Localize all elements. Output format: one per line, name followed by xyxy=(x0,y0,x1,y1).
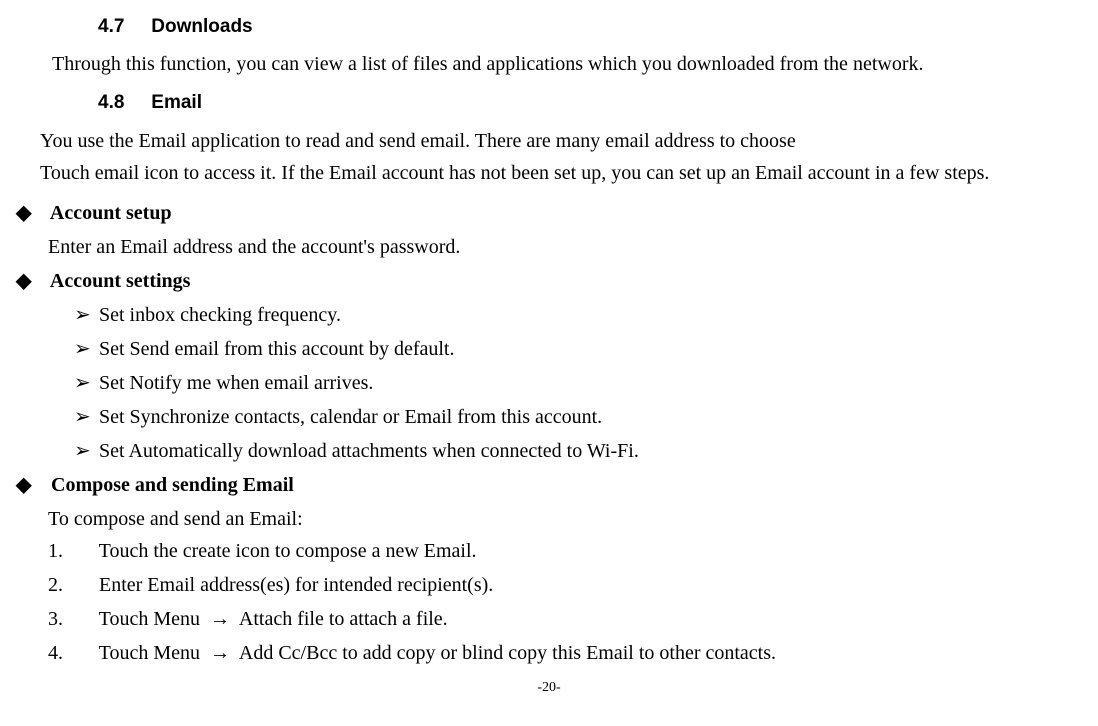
compose-step: 3. Touch Menu → Attach file to attach a … xyxy=(48,603,1098,635)
triangle-bullet-icon: ➢ xyxy=(74,367,94,399)
step-number: 1. xyxy=(48,535,94,567)
settings-item: ➢ Set Notify me when email arrives. xyxy=(74,367,1098,399)
section-heading-4-7: 4.7 Downloads xyxy=(98,12,1098,42)
compose-step: 2. Enter Email address(es) for intended … xyxy=(48,569,1098,601)
settings-item: ➢ Set Send email from this account by de… xyxy=(74,333,1098,365)
settings-item: ➢ Set Synchronize contacts, calendar or … xyxy=(74,401,1098,433)
step-text: Touch the create icon to compose a new E… xyxy=(99,540,477,562)
step-text: Touch Menu → Add Cc/Bcc to add copy or b… xyxy=(99,642,776,664)
section-number: 4.8 xyxy=(98,88,146,118)
bullet-account-setup: ◆ Account setup xyxy=(16,197,1098,229)
page-number: -20- xyxy=(0,677,1098,699)
bullet-account-settings: ◆ Account settings xyxy=(16,265,1098,297)
section-number: 4.7 xyxy=(98,12,146,42)
diamond-bullet-icon: ◆ xyxy=(16,265,46,297)
triangle-bullet-icon: ➢ xyxy=(74,333,94,365)
triangle-bullet-icon: ➢ xyxy=(74,299,94,331)
section-title: Email xyxy=(151,92,202,113)
step-text: Touch Menu → Attach file to attach a fil… xyxy=(99,608,448,630)
paragraph-4-8-a: You use the Email application to read an… xyxy=(0,125,1098,157)
bullet-heading: Account settings xyxy=(50,270,191,292)
compose-intro: To compose and send an Email: xyxy=(48,503,1098,535)
diamond-bullet-icon: ◆ xyxy=(16,197,46,229)
step-text: Enter Email address(es) for intended rec… xyxy=(99,574,493,596)
bullet-heading: Compose and sending Email xyxy=(51,474,294,496)
account-setup-line: Enter an Email address and the account's… xyxy=(48,231,1098,263)
settings-text: Set Send email from this account by defa… xyxy=(99,338,454,360)
compose-step: 1. Touch the create icon to compose a ne… xyxy=(48,535,1098,567)
settings-item: ➢ Set inbox checking frequency. xyxy=(74,299,1098,331)
settings-text: Set Synchronize contacts, calendar or Em… xyxy=(99,406,602,428)
settings-text: Set Notify me when email arrives. xyxy=(99,372,373,394)
step-number: 2. xyxy=(48,569,94,601)
bullet-compose-email: ◆ Compose and sending Email xyxy=(16,469,1098,501)
diamond-bullet-icon: ◆ xyxy=(16,469,46,501)
step-number: 4. xyxy=(48,637,94,669)
compose-step: 4. Touch Menu → Add Cc/Bcc to add copy o… xyxy=(48,637,1098,669)
step-number: 3. xyxy=(48,603,94,635)
bullet-heading: Account setup xyxy=(50,202,172,224)
triangle-bullet-icon: ➢ xyxy=(74,435,94,467)
settings-item: ➢ Set Automatically download attachments… xyxy=(74,435,1098,467)
settings-text: Set Automatically download attachments w… xyxy=(99,440,639,462)
settings-text: Set inbox checking frequency. xyxy=(99,304,341,326)
section-heading-4-8: 4.8 Email xyxy=(98,88,1098,118)
paragraph-4-8-b: Touch email icon to access it. If the Em… xyxy=(0,157,1098,189)
triangle-bullet-icon: ➢ xyxy=(74,401,94,433)
paragraph-4-7: Through this function, you can view a li… xyxy=(0,48,1098,80)
section-title: Downloads xyxy=(151,16,252,37)
